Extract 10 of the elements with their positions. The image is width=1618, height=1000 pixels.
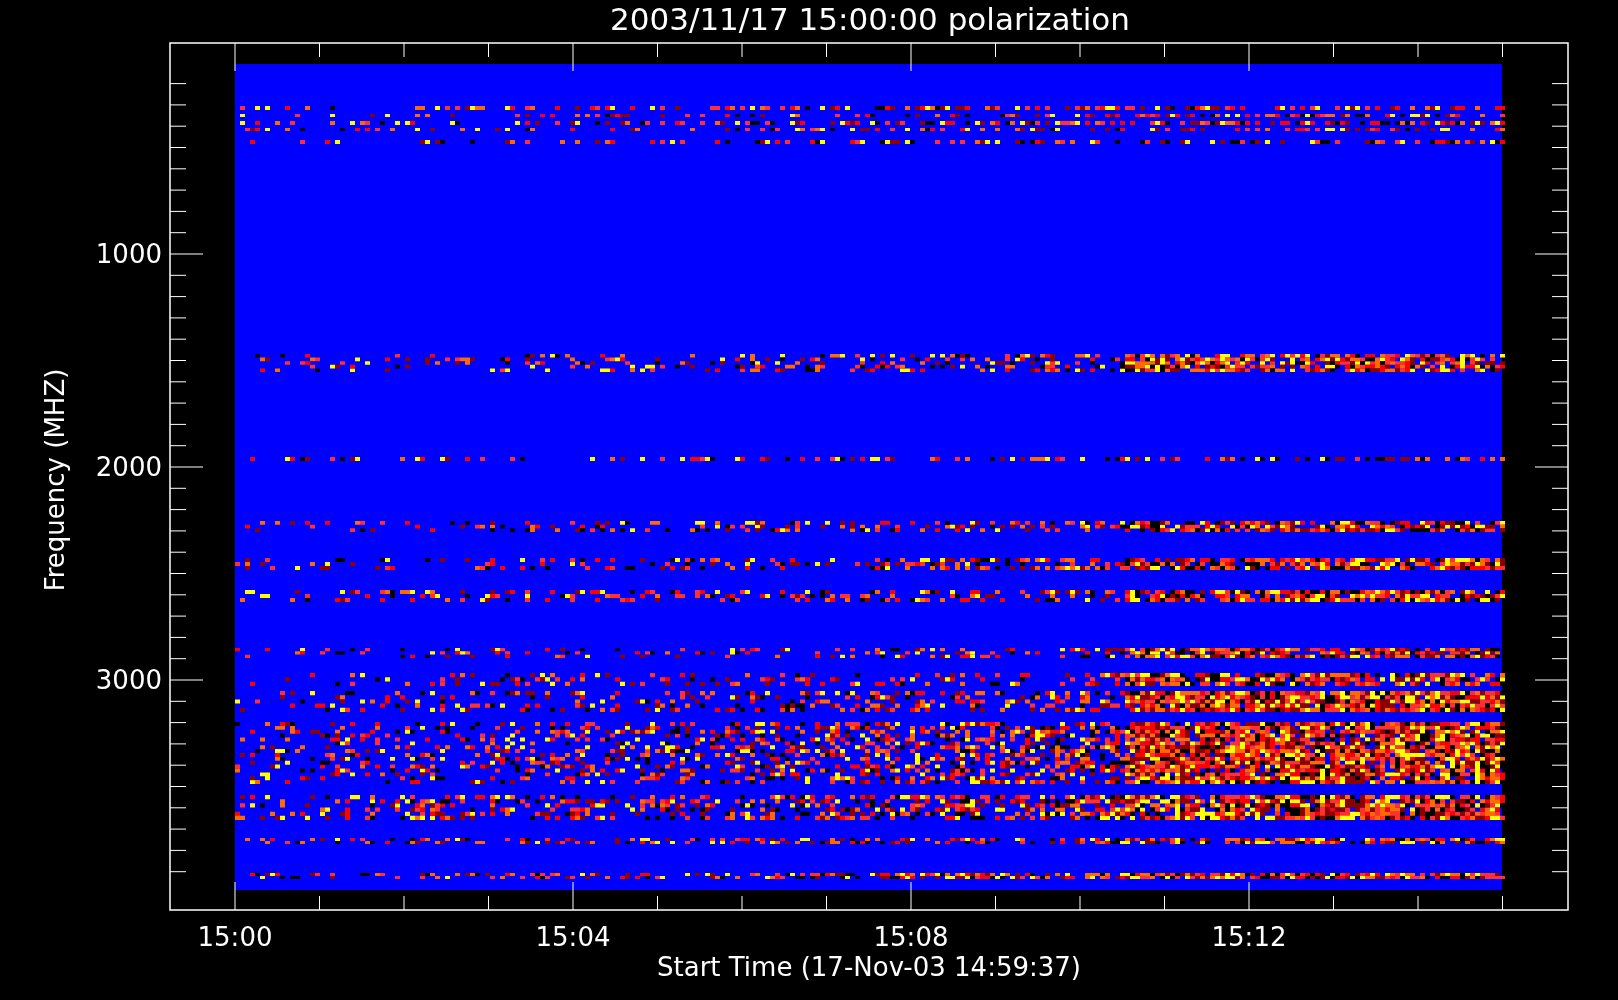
x-tick-label: 15:12	[1211, 922, 1287, 952]
y-tick-label: 3000	[95, 665, 162, 695]
x-axis-label: Start Time (17-Nov-03 14:59:37)	[657, 952, 1081, 982]
y-tick-label: 2000	[95, 452, 162, 482]
x-tick-label: 15:00	[197, 922, 273, 952]
x-tick-label: 15:04	[535, 922, 611, 952]
y-tick-label: 1000	[95, 239, 162, 269]
x-tick-label: 15:08	[873, 922, 949, 952]
y-axis-label: Frequency (MHZ)	[40, 368, 70, 592]
plot-title: 2003/11/17 15:00:00 polarization	[610, 1, 1130, 37]
